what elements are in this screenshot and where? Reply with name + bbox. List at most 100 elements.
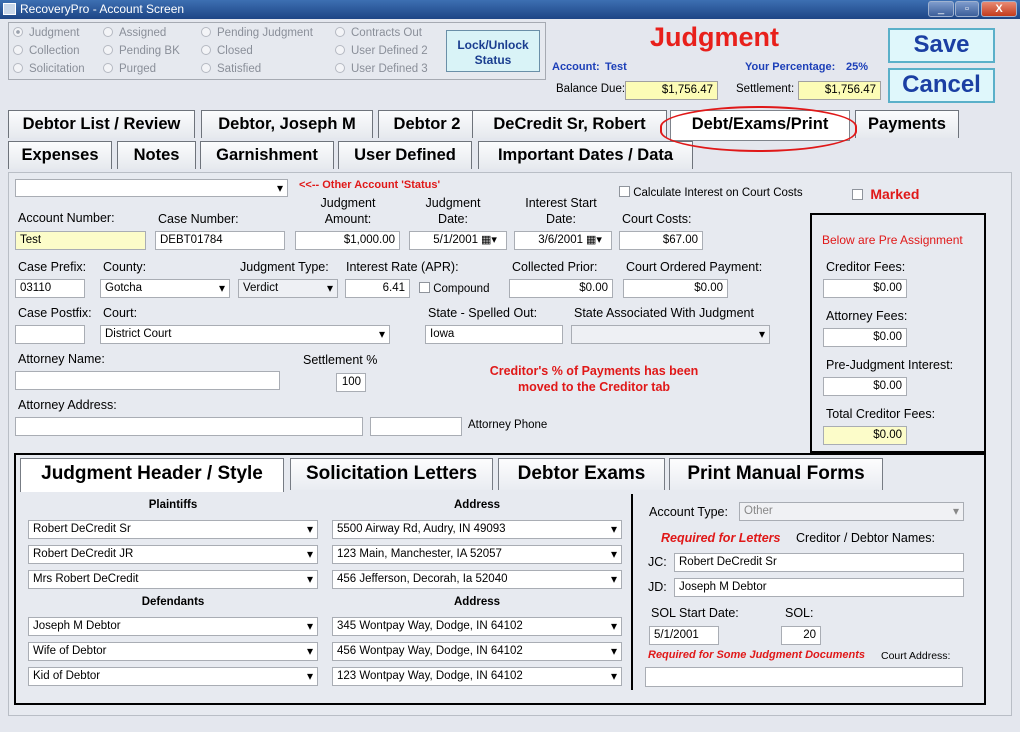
subtab-judgment-header-style[interactable]: Judgment Header / Style [20,458,284,492]
court-costs-input[interactable]: $67.00 [619,231,703,250]
defendant-address-select[interactable]: 345 Wontpay Way, Dodge, IN 64102 [332,617,622,636]
case-prefix-input[interactable]: 03110 [15,279,85,298]
calc-interest-checkbox[interactable]: Calculate Interest on Court Costs [619,186,803,199]
radio-dot-icon[interactable] [103,45,113,55]
tab-expenses[interactable]: Expenses [8,141,112,169]
radio-dot-icon[interactable] [13,27,23,37]
plaintiff-name-select[interactable]: Robert DeCredit Sr [28,520,318,539]
other-status-select[interactable] [15,179,288,197]
status-radio-collection[interactable]: Collection [13,45,80,57]
court-ordered-input[interactable]: $0.00 [623,279,728,298]
plaintiff-address-select[interactable]: 5500 Airway Rd, Audry, IN 49093 [332,520,622,539]
settlement-pct-label: Settlement % [303,353,378,367]
percentage-label: Your Percentage: [745,61,836,73]
case-number-input[interactable]: DEBT01784 [155,231,285,250]
lock-unlock-status-button[interactable]: Lock/Unlock Status [446,30,540,72]
defendant-name-select[interactable]: Kid of Debtor [28,667,318,686]
calc-interest-box[interactable] [619,186,630,197]
radio-dot-icon[interactable] [335,63,345,73]
judgment-amount-input[interactable]: $1,000.00 [295,231,400,250]
plaintiff-address-select[interactable]: 123 Main, Manchester, IA 52057 [332,545,622,564]
calendar-icon[interactable]: ▦▾ [481,233,497,246]
radio-dot-icon[interactable] [201,63,211,73]
radio-dot-icon[interactable] [335,27,345,37]
case-prefix-label: Case Prefix: [18,260,87,274]
marked-box[interactable] [852,189,863,200]
status-radio-purged[interactable]: Purged [103,63,156,75]
settlement-pct-input[interactable]: 100 [336,373,366,392]
state-spelled-input[interactable]: Iowa [425,325,563,344]
compound-box[interactable] [419,282,430,293]
close-icon[interactable]: X [981,1,1017,17]
radio-dot-icon[interactable] [13,45,23,55]
tab-user-defined[interactable]: User Defined [338,141,472,169]
sol-start-input[interactable]: 5/1/2001 [649,626,719,645]
jd-input[interactable]: Joseph M Debtor [674,578,964,597]
status-radio-user-defined-2[interactable]: User Defined 2 [335,45,428,57]
attorney-address-input[interactable] [15,417,363,436]
status-radio-pending-bk[interactable]: Pending BK [103,45,180,57]
save-button[interactable]: Save [888,28,995,63]
account-number-input[interactable]: Test [15,231,146,250]
subtab-print-manual-forms[interactable]: Print Manual Forms [669,458,883,490]
status-radio-assigned[interactable]: Assigned [103,27,166,39]
state-assoc-select[interactable] [571,325,770,344]
status-radio-judgment[interactable]: Judgment [13,27,80,39]
minimize-icon[interactable]: _ [928,1,954,17]
calendar-icon[interactable]: ▦▾ [586,233,602,246]
jc-input[interactable]: Robert DeCredit Sr [674,553,964,572]
defendant-address-select[interactable]: 456 Wontpay Way, Dodge, IN 64102 [332,642,622,661]
subtab-solicitation-letters[interactable]: Solicitation Letters [290,458,493,490]
plaintiff-name-select[interactable]: Mrs Robert DeCredit [28,570,318,589]
status-radio-pending-judgment[interactable]: Pending Judgment [201,27,313,39]
app-icon [3,3,16,15]
cancel-button[interactable]: Cancel [888,68,995,103]
interest-rate-input[interactable]: 6.41 [345,279,410,298]
status-radio-contracts-out[interactable]: Contracts Out [335,27,422,39]
status-radio-solicitation[interactable]: Solicitation [13,63,85,75]
radio-dot-icon[interactable] [103,27,113,37]
tab-debtor-2[interactable]: Debtor 2 [378,110,476,138]
radio-dot-icon[interactable] [201,45,211,55]
compound-checkbox[interactable]: Compound [419,282,489,295]
creditor-fees-input[interactable]: $0.00 [823,279,907,298]
tab-decredit-sr-robert[interactable]: DeCredit Sr, Robert [472,110,667,138]
status-radio-user-defined-3[interactable]: User Defined 3 [335,63,428,75]
status-radio-closed[interactable]: Closed [201,45,253,57]
plaintiff-name-select[interactable]: Robert DeCredit JR [28,545,318,564]
tab-garnishment[interactable]: Garnishment [200,141,334,169]
radio-label: Judgment [29,27,80,39]
court-address-input[interactable] [645,667,963,687]
prejudgment-interest-input[interactable]: $0.00 [823,377,907,396]
attorney-name-input[interactable] [15,371,280,390]
county-label: County: [103,260,147,274]
defendant-name-select[interactable]: Wife of Debtor [28,642,318,661]
attorney-phone-input[interactable] [370,417,462,436]
status-radio-satisfied[interactable]: Satisfied [201,63,261,75]
court-select[interactable]: District Court [100,325,390,344]
radio-dot-icon[interactable] [13,63,23,73]
defendant-name-select[interactable]: Joseph M Debtor [28,617,318,636]
tab-payments[interactable]: Payments [855,110,959,138]
tab-notes[interactable]: Notes [117,141,196,169]
plaintiff-address-select[interactable]: 456 Jefferson, Decorah, Ia 52040 [332,570,622,589]
account-number-label: Account Number: [18,211,115,225]
defendant-address-select[interactable]: 123 Wontpay Way, Dodge, IN 64102 [332,667,622,686]
account-type-select[interactable]: Other [739,502,964,521]
tab-important-dates-data[interactable]: Important Dates / Data [478,141,693,169]
attorney-fees-input[interactable]: $0.00 [823,328,907,347]
maximize-icon[interactable]: ▫ [955,1,979,17]
radio-dot-icon[interactable] [335,45,345,55]
tab-debtor-list-review[interactable]: Debtor List / Review [8,110,195,138]
sol-input[interactable]: 20 [781,626,821,645]
highlight-oval [660,106,857,152]
county-select[interactable]: Gotcha [100,279,230,298]
case-postfix-input[interactable] [15,325,85,344]
marked-checkbox[interactable]: Marked [852,186,919,202]
radio-dot-icon[interactable] [201,27,211,37]
collected-prior-input[interactable]: $0.00 [509,279,613,298]
radio-dot-icon[interactable] [103,63,113,73]
judgment-type-select[interactable]: Verdict [238,279,338,298]
tab-debtor-joseph-m[interactable]: Debtor, Joseph M [201,110,373,138]
subtab-debtor-exams[interactable]: Debtor Exams [498,458,665,490]
